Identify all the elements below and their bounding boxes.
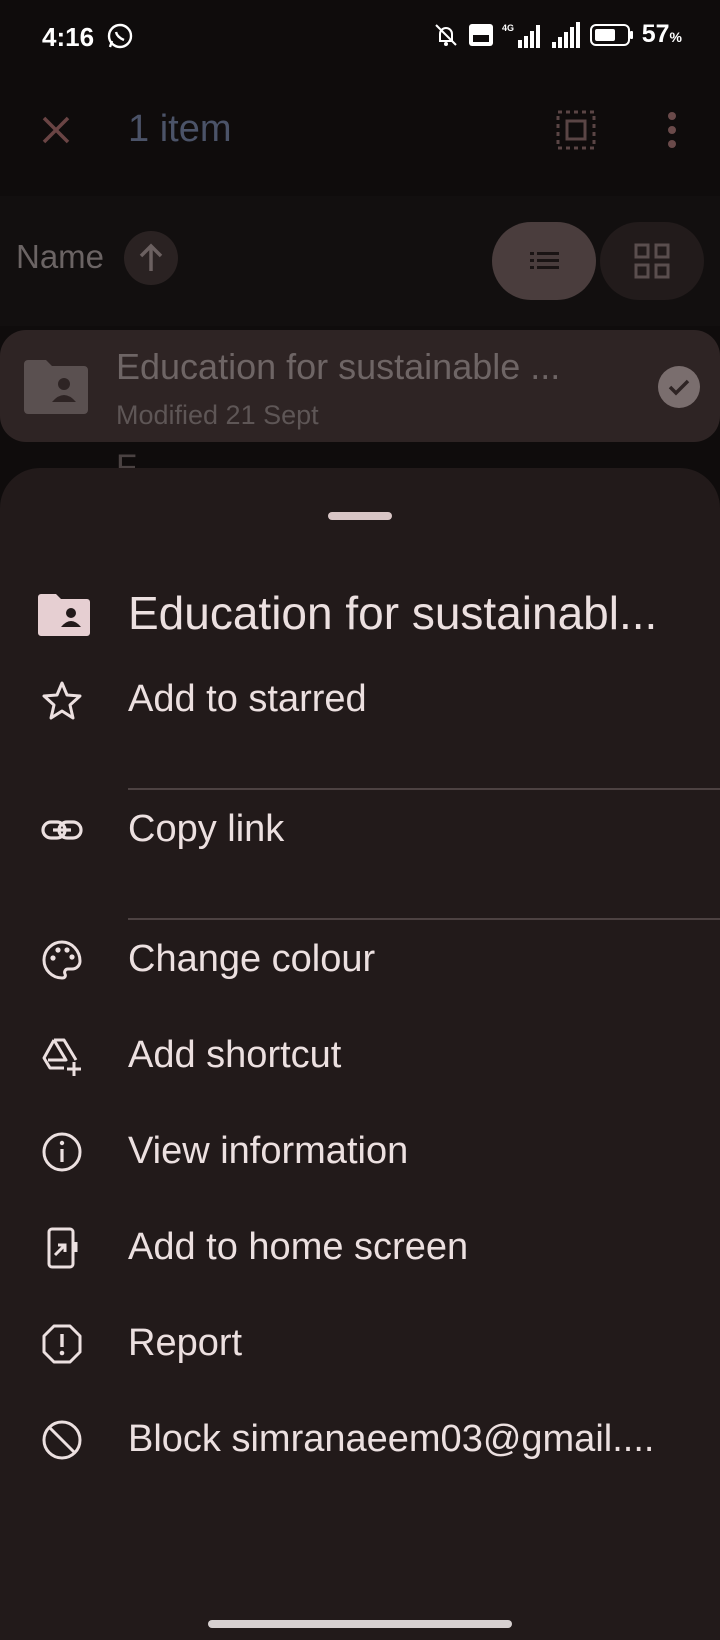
sort-bar: Name [0, 196, 720, 326]
select-all-icon[interactable] [554, 108, 598, 152]
status-time: 4:16 [42, 22, 95, 52]
menu-add-to-starred[interactable]: Add to starred [0, 658, 720, 738]
menu-label: Report [128, 1322, 243, 1364]
sort-direction-button[interactable] [124, 231, 178, 285]
status-icons: 4G 57% [432, 20, 682, 49]
battery-level: 57% [641, 20, 682, 48]
info-icon [42, 1132, 82, 1172]
menu-block-user[interactable]: Block simranaeem03@gmail.... [0, 1398, 720, 1478]
sheet-title: Education for sustainabl... [128, 587, 658, 639]
add-home-screen-icon [47, 1227, 78, 1269]
menu-view-information[interactable]: View information [0, 1110, 720, 1190]
menu-label: Change colour [128, 938, 376, 980]
menu-label: Add to home screen [128, 1226, 469, 1268]
menu-label: Add shortcut [128, 1034, 342, 1076]
signal-4g-icon: 4G [502, 23, 540, 48]
check-icon [668, 379, 690, 396]
list-view-icon [530, 252, 559, 269]
menu-label: Block simranaeem03@gmail.... [128, 1418, 655, 1460]
gesture-nav-bar[interactable] [208, 1620, 512, 1628]
drag-handle[interactable] [328, 512, 392, 520]
star-icon [42, 681, 82, 720]
more-vert-icon[interactable] [660, 108, 684, 152]
sheet-header: Education for sustainabl... [0, 578, 720, 658]
actions-bottom-sheet: Education for sustainabl... Add to starr… [0, 468, 720, 1640]
menu-copy-link[interactable]: Copy link [0, 788, 720, 868]
selection-count: 1 item [128, 108, 232, 150]
close-icon[interactable] [36, 110, 76, 150]
menu-report[interactable]: Report [0, 1302, 720, 1382]
svg-text:4G: 4G [502, 23, 514, 33]
selection-app-bar: 1 item [0, 90, 720, 176]
battery-icon [589, 23, 633, 46]
palette-icon [42, 940, 82, 980]
status-bar: 4:16 4G 57% [0, 0, 720, 80]
menu-label: View information [128, 1130, 409, 1172]
grid-view-icon [634, 243, 670, 279]
file-row-selected[interactable]: Education for sustainable ... Modified 2… [0, 330, 720, 442]
list-view-button[interactable] [492, 222, 596, 300]
whatsapp-icon [107, 23, 133, 49]
report-icon [42, 1324, 82, 1364]
menu-label: Copy link [128, 808, 285, 850]
menu-change-colour[interactable]: Change colour [0, 918, 720, 998]
shared-folder-icon [38, 594, 90, 636]
volte-icon [468, 23, 493, 46]
link-icon [41, 820, 83, 840]
shared-folder-icon [24, 360, 88, 414]
signal-icon [551, 21, 580, 48]
mute-icon [435, 23, 457, 46]
grid-view-button[interactable] [600, 222, 704, 300]
file-modified: Modified 21 Sept [116, 400, 319, 430]
add-shortcut-icon [42, 1038, 81, 1076]
menu-add-to-home-screen[interactable]: Add to home screen [0, 1206, 720, 1286]
menu-label: Add to starred [128, 678, 367, 720]
selected-check[interactable] [658, 366, 700, 408]
arrow-up-icon [139, 243, 163, 271]
sort-label[interactable]: Name [16, 238, 104, 276]
block-icon [42, 1420, 82, 1460]
file-name: Education for sustainable ... [116, 346, 561, 387]
menu-add-shortcut[interactable]: Add shortcut [0, 1014, 720, 1094]
